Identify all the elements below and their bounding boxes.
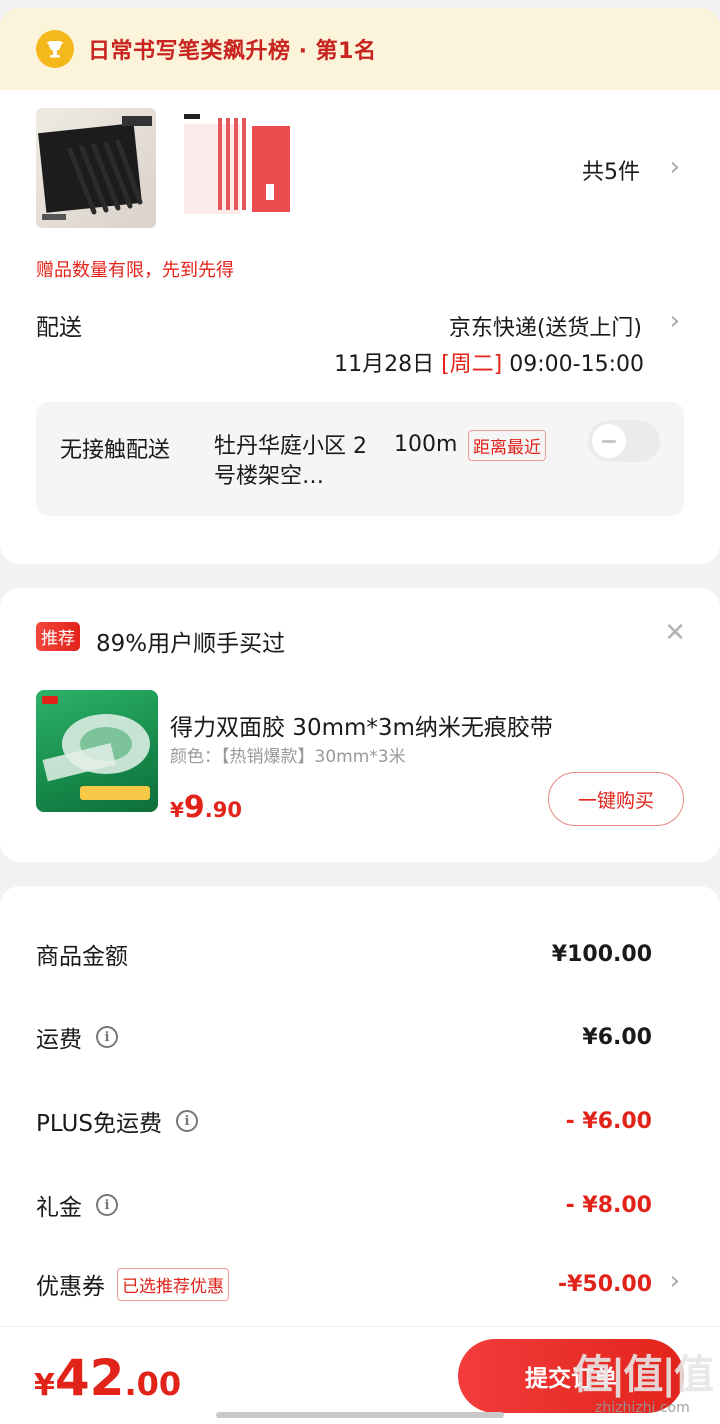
chevron-right-icon[interactable]: › — [670, 154, 680, 180]
coupon-value: -¥50.00 — [557, 1271, 652, 1297]
recommend-badge: 推荐 — [36, 622, 80, 651]
gift-money-row: 礼金 i - ¥8.00 — [36, 1185, 684, 1225]
watermark: 值|值|值 zhizhizhi.com — [572, 1342, 714, 1416]
total-price: ¥42.00 — [34, 1349, 181, 1407]
total-integer: 42 — [54, 1349, 125, 1407]
coupon-label: 优惠券 — [36, 1274, 105, 1300]
plus-free-shipping-value: - ¥6.00 — [565, 1108, 652, 1134]
nearest-tag: 距离最近 — [468, 430, 546, 461]
one-click-buy-button[interactable]: 一键购买 — [548, 772, 684, 826]
gift-money-value: - ¥8.00 — [565, 1192, 652, 1218]
close-icon[interactable]: ✕ — [664, 618, 686, 648]
ranking-text: 日常书写笔类飙升榜 · 第1名 — [88, 39, 377, 64]
coupon-row[interactable]: 优惠券 已选推荐优惠 -¥50.00 › — [36, 1264, 684, 1304]
gift-notice: 赠品数量有限，先到先得 — [36, 260, 234, 281]
shipping-timeslot: 09:00-15:00 — [509, 352, 644, 377]
plus-free-shipping-label: PLUS免运费 — [36, 1111, 162, 1137]
recommend-title: 89%用户顺手买过 — [96, 631, 286, 657]
currency-symbol: ¥ — [34, 1368, 55, 1403]
price-summary-card: 商品金额 ¥100.00 运费 i ¥6.00 PLUS免运费 i - ¥6.0… — [0, 886, 720, 1336]
watermark-logo: 值|值|值 — [572, 1352, 714, 1398]
contactless-delivery: 无接触配送 牡丹华庭小区 2号楼架空… 100m 距离最近 — [36, 402, 684, 516]
price-decimal: .90 — [204, 798, 242, 822]
recommend-product-name[interactable]: 得力双面胶 30mm*3m纳米无痕胶带 — [170, 708, 553, 742]
goods-amount-label: 商品金额 — [36, 944, 128, 970]
shipping-method[interactable]: 京东快递(送货上门) — [449, 310, 642, 342]
total-decimal: .00 — [124, 1365, 182, 1403]
shipping-label: 配送 — [36, 315, 82, 341]
plus-free-shipping-row: PLUS免运费 i - ¥6.00 — [36, 1101, 684, 1141]
product-thumb-refills[interactable] — [176, 108, 296, 228]
contactless-address: 牡丹华庭小区 2号楼架空… — [214, 434, 367, 489]
recommend-product-spec: 颜色：【热销爆款】30mm*3米 — [170, 747, 406, 767]
gift-money-label: 礼金 — [36, 1195, 82, 1221]
contactless-distance: 100m — [394, 432, 458, 457]
goods-amount-row: 商品金额 ¥100.00 — [36, 934, 684, 974]
recommend-price: ¥9.90 — [170, 790, 242, 825]
home-indicator[interactable] — [216, 1412, 504, 1418]
recommendation-card: 推荐 89%用户顺手买过 ✕ 得力双面胶 30mm*3m纳米无痕胶带 颜色：【热… — [0, 588, 720, 862]
freight-value: ¥6.00 — [582, 1024, 652, 1050]
chevron-right-icon[interactable]: › — [670, 308, 680, 334]
toggle-knob — [592, 424, 626, 458]
contactless-label: 无接触配送 — [60, 438, 171, 463]
trophy-icon — [36, 30, 74, 68]
shipping-time[interactable]: 11月28日 [周二] 09:00-15:00 — [334, 346, 644, 378]
price-integer: 9 — [183, 790, 205, 825]
checkout-bar: ¥42.00 提交订单 值|值|值 zhizhizhi.com — [0, 1326, 720, 1424]
contactless-toggle[interactable] — [588, 420, 660, 462]
ranking-banner[interactable]: 日常书写笔类飙升榜 · 第1名 — [0, 8, 720, 90]
info-icon[interactable]: i — [96, 1194, 118, 1216]
shipping-weekday: [周二] — [441, 352, 503, 377]
product-thumb-pens[interactable] — [36, 108, 156, 228]
chevron-right-icon[interactable]: › — [670, 1268, 680, 1294]
shipping-date: 11月28日 — [334, 352, 435, 377]
coupon-recommended-tag: 已选推荐优惠 — [117, 1267, 229, 1301]
order-items-card: 共5件 › 赠品数量有限，先到先得 配送 京东快递(送货上门) › 11月28日… — [0, 90, 720, 564]
freight-row: 运费 i ¥6.00 — [36, 1017, 684, 1057]
currency-symbol: ¥ — [170, 798, 184, 822]
info-icon[interactable]: i — [96, 1026, 118, 1048]
watermark-url: zhizhizhi.com — [595, 1400, 690, 1416]
info-icon[interactable]: i — [175, 1110, 198, 1132]
goods-amount-value: ¥100.00 — [551, 941, 652, 967]
tape-product-image[interactable] — [36, 690, 158, 812]
freight-label: 运费 — [36, 1027, 82, 1053]
item-count[interactable]: 共5件 — [582, 154, 640, 186]
